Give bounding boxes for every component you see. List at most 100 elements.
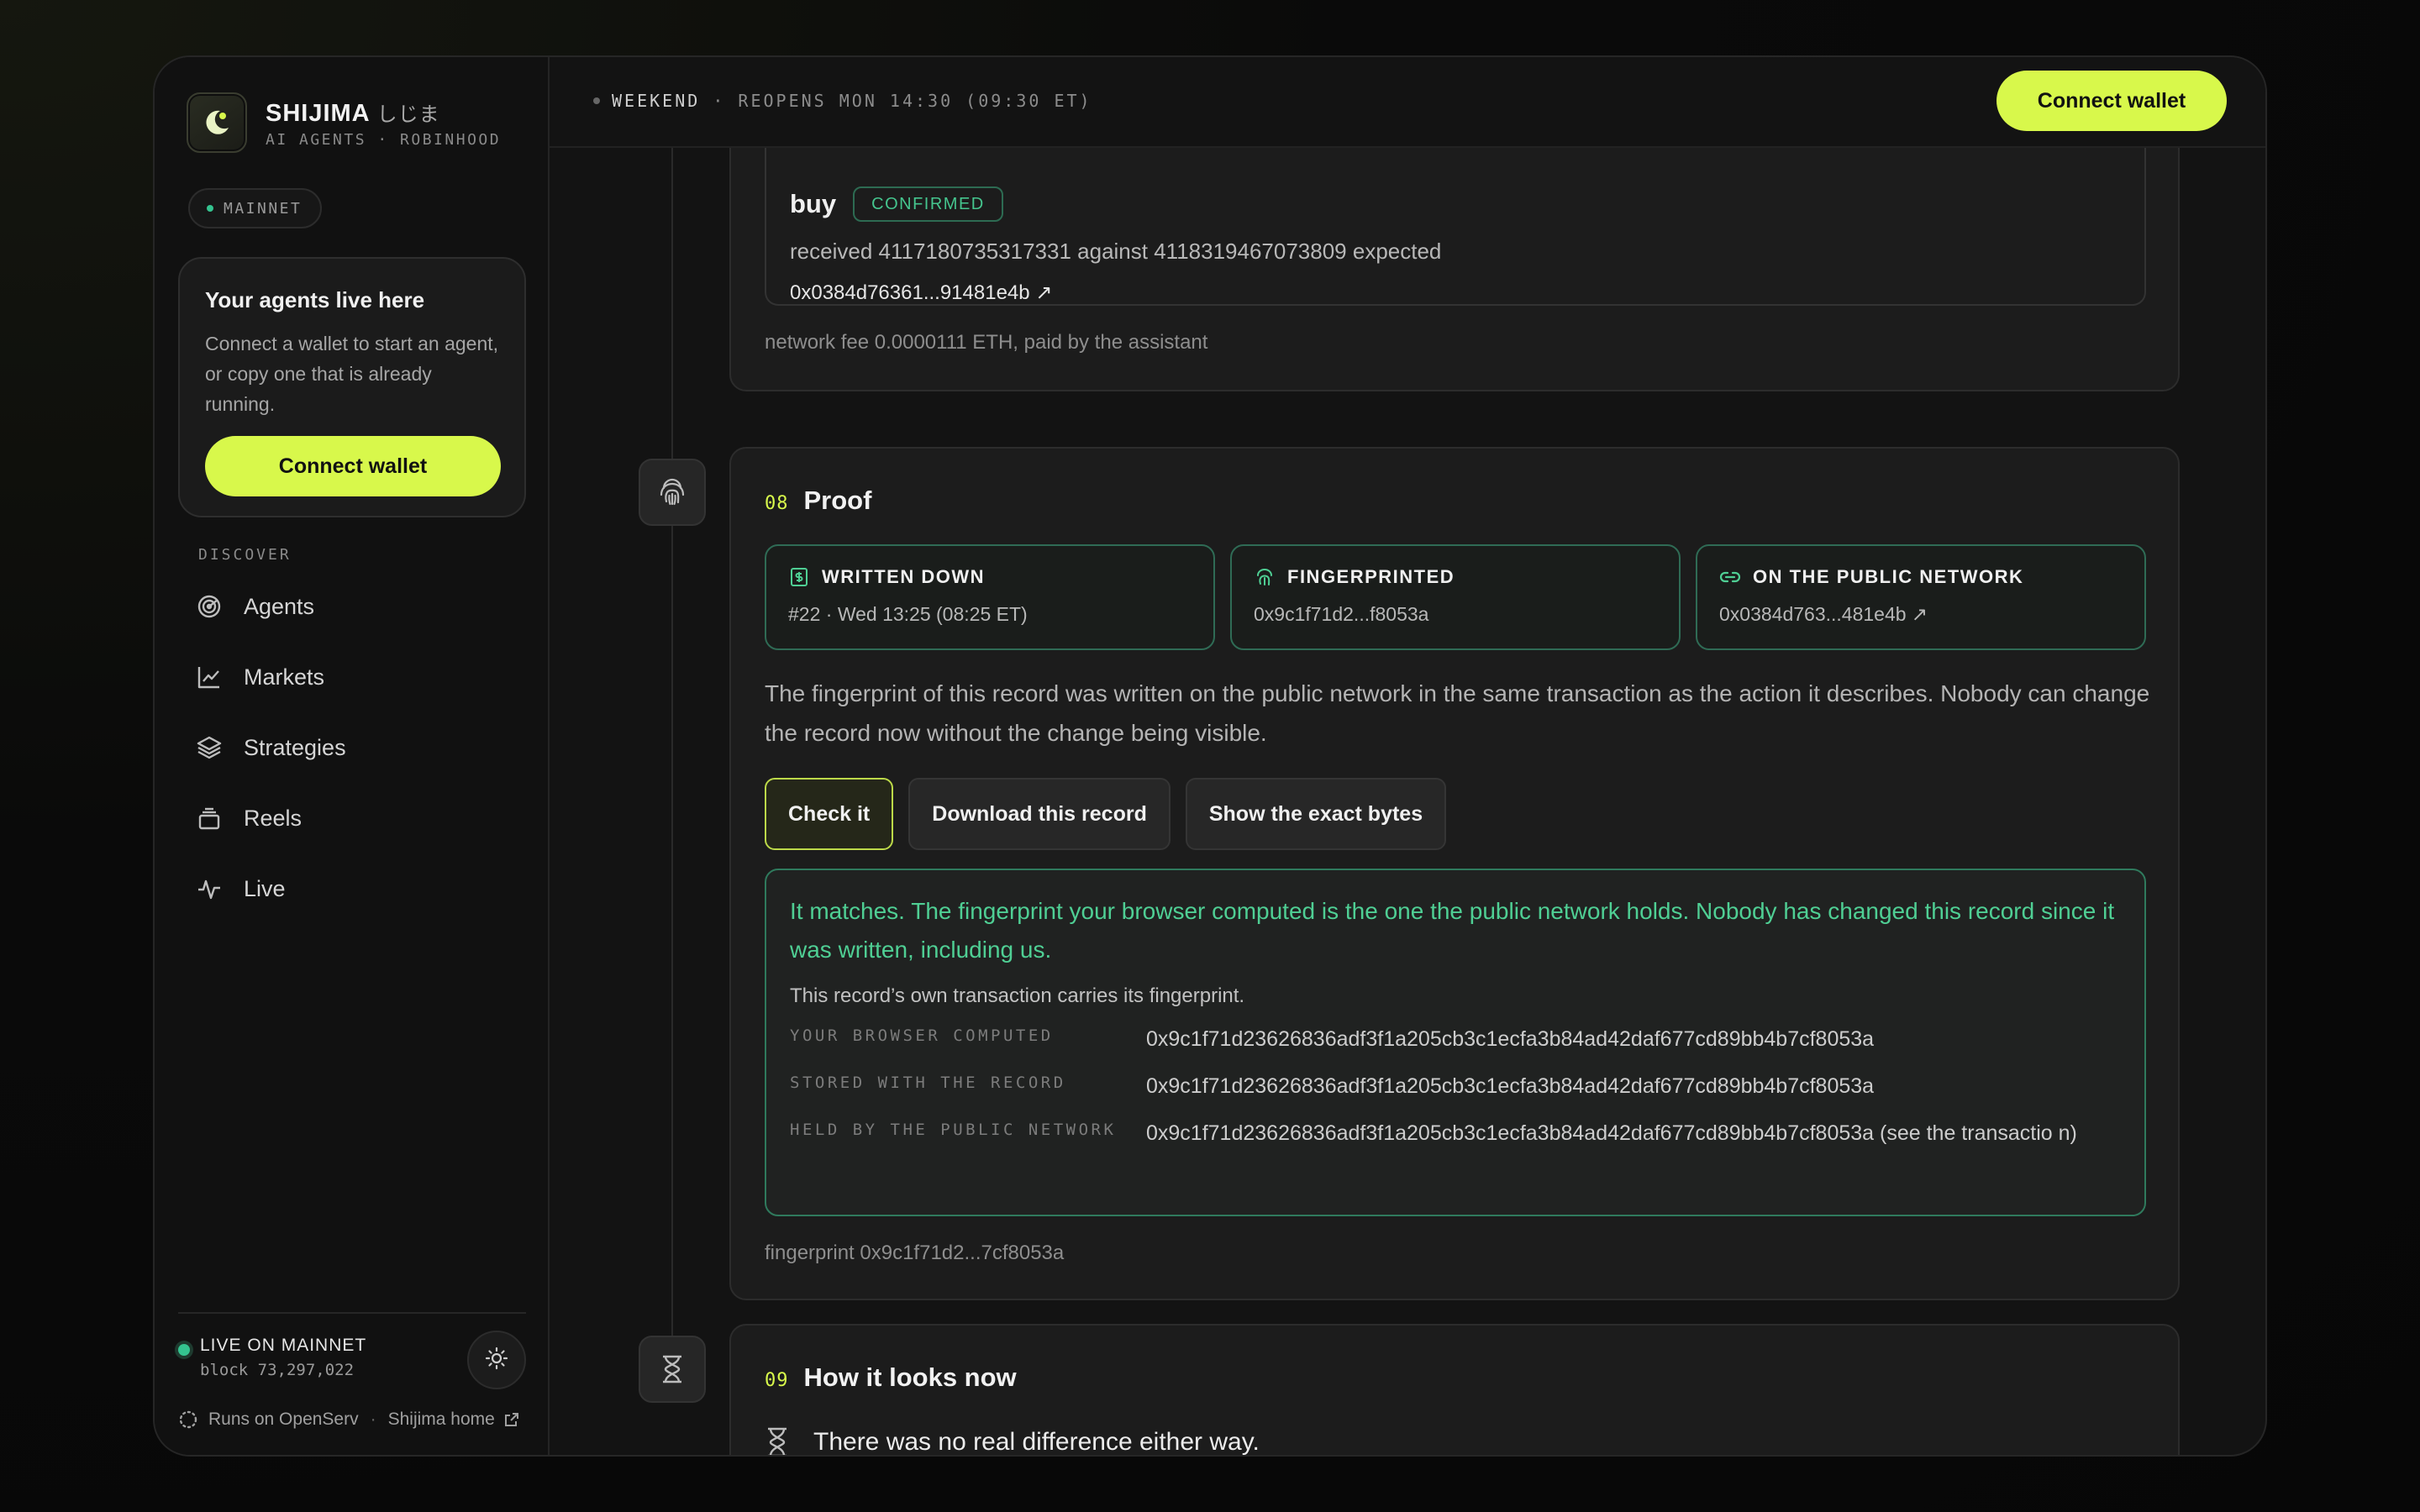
brand-name: SHIJIMA しじま [266,99,440,127]
sidebar: SHIJIMA しじま AI AGENTS · ROBINHOOD MAINNET… [155,57,550,1455]
hash-row: HELD BY THE PUBLIC NETWORK 0x9c1f71d2362… [790,1116,2121,1151]
connect-wallet-button[interactable]: Connect wallet [1996,71,2227,131]
proof-explanation: The fingerprint of this record was writt… [765,680,2150,746]
proof-box-value: 0x9c1f71d2...f8053a [1254,603,1429,625]
hash-label: HELD BY THE PUBLIC NETWORK [790,1121,1117,1139]
market-status-dot [593,97,600,104]
proof-box-fingerprinted: FINGERPRINTED 0x9c1f71d2...f8053a [1230,544,1681,650]
home-link[interactable]: Shijima home [388,1410,495,1430]
received-text: received 4117180735317331 against 411831… [790,239,1442,264]
network-status-dot [207,205,213,212]
promo-text: Connect a wallet to start an agent, or c… [205,333,499,415]
app-window: SHIJIMA しじま AI AGENTS · ROBINHOOD MAINNET… [153,55,2267,1457]
sidebar-item-label: Markets [244,664,325,690]
hash-value: 0x9c1f71d23626836adf3f1a205cb3c1ecfa3b84… [1146,1027,1875,1051]
trade-detail-box: buy CONFIRMED received 4117180735317331 … [765,148,2146,306]
network-label: MAINNET [224,199,302,218]
live-status-dot [178,1344,190,1356]
transaction-link[interactable]: 0x0384d76361...91481e4b ↗ [790,281,1052,305]
verification-title: It matches. The fingerprint your browser… [790,898,2115,963]
brand[interactable]: SHIJIMA しじま AI AGENTS · ROBINHOOD [187,92,501,153]
hourglass-step-icon [639,1336,706,1403]
ledger-icon [788,566,810,588]
step-number: 09 [765,1370,789,1391]
sidebar-item-markets[interactable]: Markets [195,642,514,712]
brand-name-jp: しじま [376,102,440,126]
block-number: block 73,297,022 [200,1361,355,1379]
topbar: WEEKEND · REOPENS MON 14:30 (09:30 ET) C… [550,57,2265,148]
proof-summary: WRITTEN DOWN #22 · Wed 13:25 (08:25 ET) … [765,544,2146,650]
runs-on-text: Runs on OpenServ [208,1410,359,1429]
proof-box-title: FINGERPRINTED [1287,566,1455,587]
network-fee: network fee 0.0000111 ETH, paid by the a… [765,331,1208,354]
layers-icon [195,733,224,762]
trade-action: buy [790,189,837,218]
step-title: How it looks now [803,1362,1017,1392]
market-status-label: WEEKEND [612,91,701,111]
step-card-trade: buy CONFIRMED received 4117180735317331 … [729,148,2180,391]
radar-icon [195,592,224,621]
moon-logo-icon [187,92,247,153]
live-status: LIVE ON MAINNET block 73,297,022 [178,1336,366,1379]
sidebar-item-label: Strategies [244,734,346,760]
theme-toggle-button[interactable] [467,1331,526,1389]
discover-label: DISCOVER [198,546,292,564]
hash-label: STORED WITH THE RECORD [790,1074,1066,1092]
proof-box-title: WRITTEN DOWN [822,566,985,587]
proof-box-public-network[interactable]: ON THE PUBLIC NETWORK 0x0384d763...481e4… [1696,544,2146,650]
line-chart-icon [195,663,224,691]
fingerprint-icon [1254,566,1276,588]
fingerprint-footer: fingerprint 0x9c1f71d2...7cf8053a [765,1242,1065,1264]
live-title: LIVE ON MAINNET [200,1336,367,1355]
sidebar-item-strategies[interactable]: Strategies [195,712,514,783]
connect-promo-card: Your agents live here Connect a wallet t… [178,257,526,517]
brand-subtitle: AI AGENTS · ROBINHOOD [266,130,502,149]
footer-separator: · [370,1410,376,1429]
proof-box-value: #22 · Wed 13:25 (08:25 ET) [788,603,1028,625]
sidebar-footer: LIVE ON MAINNET block 73,297,022 Runs on… [178,1312,526,1429]
main-content[interactable]: buy CONFIRMED received 4117180735317331 … [550,148,2265,1455]
step-card-now: 09 How it looks now There was no real di… [729,1324,2180,1455]
footer-links: Runs on OpenServ · Shijima home [178,1410,520,1430]
verification-result: It matches. The fingerprint your browser… [765,869,2146,1216]
proof-box-title: ON THE PUBLIC NETWORK [1753,566,2024,587]
proof-box-value: 0x0384d763...481e4b ↗ [1719,603,1928,625]
hash-value: 0x9c1f71d23626836adf3f1a205cb3c1ecfa3b84… [1146,1121,2077,1145]
sidebar-connect-wallet-button[interactable]: Connect wallet [205,436,501,496]
hourglass-icon [765,1426,793,1455]
network-pill: MAINNET [188,188,323,228]
sidebar-item-label: Live [244,875,286,901]
hash-row: STORED WITH THE RECORD 0x9c1f71d23626836… [790,1068,2121,1104]
step-title: Proof [803,486,872,515]
hash-label: YOUR BROWSER COMPUTED [790,1026,1054,1045]
proof-box-written-down: WRITTEN DOWN #22 · Wed 13:25 (08:25 ET) [765,544,1215,650]
external-link-icon [503,1411,520,1428]
proof-actions: Check it Download this record Show the e… [765,778,1447,850]
hash-comparison: YOUR BROWSER COMPUTED 0x9c1f71d23626836a… [790,1021,2121,1151]
proof-step-fingerprint-icon [639,459,706,526]
sidebar-item-label: Reels [244,805,302,831]
hash-row: YOUR BROWSER COMPUTED 0x9c1f71d23626836a… [790,1021,2121,1057]
promo-title: Your agents live here [205,287,425,312]
step-card-proof: 08 Proof WRITTEN DOWN #22 · Wed 13:25 (0… [729,447,2180,1300]
spinner-icon [178,1410,198,1430]
sidebar-nav: Agents Markets Strategies Reels Live [195,571,514,924]
market-reopen-text: · REOPENS MON 14:30 (09:30 ET) [700,91,1092,111]
verification-subtitle: This record’s own transaction carries it… [790,984,1245,1007]
sidebar-item-live[interactable]: Live [195,853,514,924]
hash-value: 0x9c1f71d23626836adf3f1a205cb3c1ecfa3b84… [1146,1074,1875,1098]
stack-icon [195,804,224,832]
step-number: 08 [765,493,789,514]
sidebar-item-reels[interactable]: Reels [195,783,514,853]
show-bytes-button[interactable]: Show the exact bytes [1185,778,1447,850]
download-record-button[interactable]: Download this record [908,778,1171,850]
link-icon [1719,566,1741,588]
market-status: WEEKEND · REOPENS MON 14:30 (09:30 ET) [593,91,1092,111]
sun-icon [485,1347,508,1374]
pulse-icon [195,874,224,903]
current-state-text: There was no real difference either way. [813,1428,1260,1455]
sidebar-item-agents[interactable]: Agents [195,571,514,642]
sidebar-item-label: Agents [244,593,315,619]
check-it-button[interactable]: Check it [765,778,894,850]
timeline-line [671,148,673,1374]
